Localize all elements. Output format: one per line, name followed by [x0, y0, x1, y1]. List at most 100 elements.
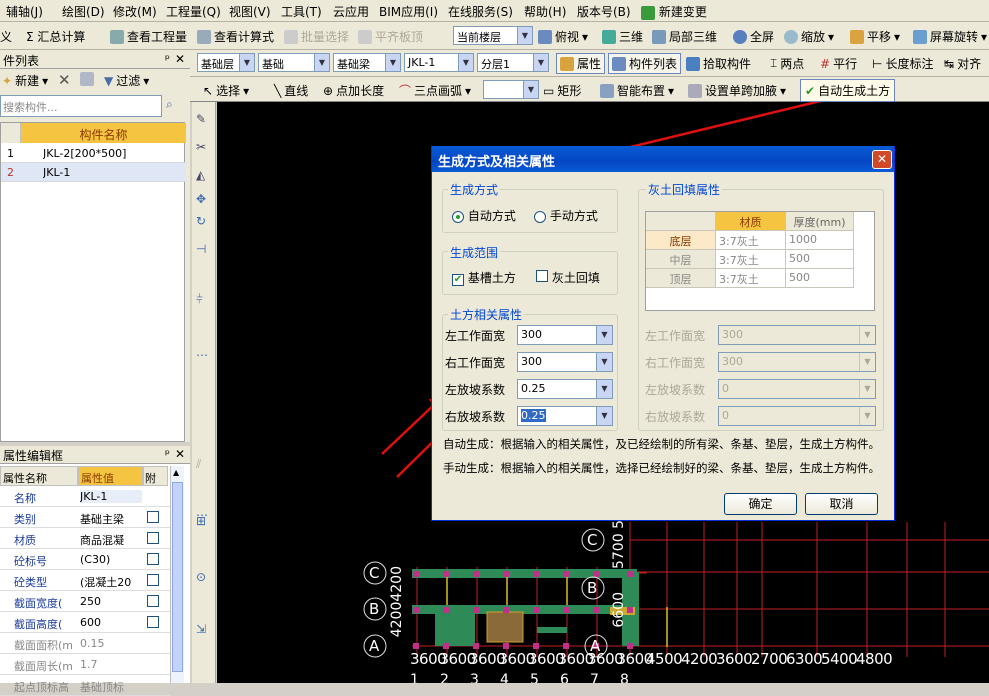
property-row[interactable]: 起点顶标高 基础顶标: [0, 675, 170, 696]
menu-bim[interactable]: BIM应用(I): [379, 3, 438, 20]
right-slope-input[interactable]: 0.25 ▼: [517, 406, 613, 426]
align-icon[interactable]: ⊞: [196, 514, 206, 528]
property-value[interactable]: 基础顶标: [80, 679, 142, 695]
offset-icon[interactable]: ⊙: [196, 570, 206, 584]
property-value[interactable]: 1.7: [80, 658, 142, 671]
local-3d-button[interactable]: 局部三维: [652, 28, 717, 45]
extra-checkbox[interactable]: [147, 574, 159, 586]
3d-button[interactable]: 三维: [602, 28, 643, 45]
left-width-input[interactable]: 300 ▼: [517, 325, 613, 345]
extra-checkbox[interactable]: [147, 595, 159, 607]
auto-mode-radio[interactable]: 自动方式: [452, 207, 516, 224]
property-row[interactable]: 砼标号 (C30): [0, 549, 170, 570]
type-select[interactable]: 基础梁 ▼: [333, 53, 401, 72]
move-icon[interactable]: ✥: [196, 192, 206, 206]
menu-new-change[interactable]: 新建变更: [641, 3, 707, 20]
property-value[interactable]: 基础主梁: [80, 511, 142, 527]
pan-button[interactable]: 平移 ▾: [850, 28, 900, 45]
menu-draw[interactable]: 绘图(D): [62, 3, 105, 20]
property-scrollbar[interactable]: ▲: [170, 466, 184, 683]
property-row[interactable]: 截面周长(m 1.7: [0, 654, 170, 675]
property-value[interactable]: JKL-1: [80, 490, 142, 503]
menu-cloud[interactable]: 云应用: [333, 3, 369, 20]
sublayer-select[interactable]: 分层1 ▼: [477, 53, 549, 72]
property-value[interactable]: 250: [80, 595, 142, 608]
trench-checkbox[interactable]: ✔ 基槽土方: [452, 269, 516, 286]
split-icon[interactable]: ⫽: [196, 457, 201, 472]
component-select[interactable]: JKL-1 ▼: [404, 53, 474, 72]
property-row[interactable]: 砼类型 (混凝土20: [0, 570, 170, 591]
top-view-button[interactable]: 俯视 ▾: [538, 28, 588, 45]
menu-aux[interactable]: 辅轴(J): [6, 3, 43, 20]
batch-select-button[interactable]: 批量选择: [284, 28, 349, 45]
dialog-close-button[interactable]: ✕: [872, 150, 892, 169]
view-quantity-button[interactable]: 查看工程量: [110, 28, 187, 45]
menu-quantity[interactable]: 工程量(Q): [166, 3, 221, 20]
extra-checkbox[interactable]: [147, 511, 159, 523]
property-row[interactable]: 截面面积(m 0.15: [0, 633, 170, 654]
property-row[interactable]: 名称 JKL-1: [0, 486, 170, 507]
search-input[interactable]: 搜索构件...: [0, 95, 162, 117]
align-button[interactable]: ↹ 对齐: [944, 55, 981, 72]
copy-button[interactable]: [80, 72, 94, 86]
search-icon[interactable]: ⌕: [166, 97, 173, 112]
attribute-button[interactable]: 属性: [556, 53, 606, 74]
rotate-icon[interactable]: ↻: [196, 214, 206, 228]
extra-checkbox[interactable]: [147, 532, 159, 544]
length-dim-button[interactable]: ⊢ 长度标注: [872, 55, 933, 72]
pick-component-button[interactable]: 拾取构件: [686, 55, 751, 72]
component-list-button[interactable]: 构件列表: [608, 53, 682, 74]
arc-mode-select[interactable]: ▼: [483, 80, 539, 99]
close-icon[interactable]: ✕: [175, 52, 185, 66]
filter-button[interactable]: ▼ 过滤 ▾: [104, 72, 149, 89]
two-points-button[interactable]: ⌶ 两点: [770, 55, 804, 72]
menu-version[interactable]: 版本号(B): [577, 3, 631, 20]
break-icon[interactable]: ⋯: [196, 348, 208, 362]
property-value[interactable]: (混凝土20: [80, 574, 142, 590]
sum-calc-button[interactable]: Σ 汇总计算: [26, 28, 85, 45]
delete-button[interactable]: ✕: [58, 71, 71, 89]
scroll-up-icon[interactable]: ▲: [173, 468, 179, 477]
property-value[interactable]: 商品混凝: [80, 532, 142, 548]
menu-help[interactable]: 帮助(H): [524, 3, 566, 20]
line-button[interactable]: ╲ 直线: [274, 82, 308, 99]
property-row[interactable]: 截面宽度(250: [0, 591, 170, 612]
menu-view[interactable]: 视图(V): [229, 3, 271, 20]
close-icon[interactable]: ✕: [175, 447, 185, 461]
view-formula-button[interactable]: 查看计算式: [197, 28, 274, 45]
menu-online[interactable]: 在线服务(S): [448, 3, 513, 20]
menu-modify[interactable]: 修改(M): [113, 3, 157, 20]
extra-checkbox[interactable]: [147, 616, 159, 628]
scroll-thumb[interactable]: [172, 482, 183, 672]
stretch-icon[interactable]: ⇲: [196, 622, 206, 636]
toolbar-def[interactable]: 义: [0, 28, 12, 45]
property-value[interactable]: (C30): [80, 553, 142, 566]
property-row[interactable]: 截面高度(600: [0, 612, 170, 633]
menu-tools[interactable]: 工具(T): [281, 3, 322, 20]
pin-icon[interactable]: ᵖ: [165, 447, 170, 461]
property-row[interactable]: 材质 商品混凝: [0, 528, 170, 549]
smart-layout-button[interactable]: 智能布置 ▾: [600, 82, 674, 99]
ok-button[interactable]: 确定: [724, 493, 797, 515]
table-row[interactable]: 1 JKL-2[200*500]: [1, 144, 186, 163]
arc-button[interactable]: ⌒ 三点画弧 ▾: [399, 82, 471, 99]
brush-icon[interactable]: ✎: [196, 112, 206, 126]
cancel-button[interactable]: 取消: [805, 493, 878, 515]
point-length-button[interactable]: ⊕ 点加长度: [323, 82, 384, 99]
auto-earthwork-button[interactable]: ✔ 自动生成土方: [800, 79, 896, 102]
new-button[interactable]: ✦ 新建 ▾: [2, 72, 48, 89]
current-floor-select[interactable]: 当前楼层 ▼: [453, 26, 533, 45]
layer-select[interactable]: 基础层 ▼: [197, 53, 255, 72]
parallel-button[interactable]: # 平行: [820, 55, 857, 72]
property-row[interactable]: 类别 基础主梁: [0, 507, 170, 528]
property-value[interactable]: 0.15: [80, 637, 142, 650]
manual-mode-radio[interactable]: 手动方式: [534, 207, 598, 224]
mirror-icon[interactable]: ◭: [196, 168, 205, 182]
rotate-button[interactable]: 屏幕旋转 ▾: [913, 28, 987, 45]
extra-checkbox[interactable]: [147, 553, 159, 565]
trim-icon[interactable]: ⫩: [196, 292, 203, 307]
pin-icon[interactable]: ᵖ: [165, 52, 170, 66]
backfill-checkbox[interactable]: 灰土回填: [536, 269, 600, 286]
table-row[interactable]: 2 JKL-1: [1, 163, 186, 182]
fullscreen-button[interactable]: 全屏: [733, 28, 774, 45]
